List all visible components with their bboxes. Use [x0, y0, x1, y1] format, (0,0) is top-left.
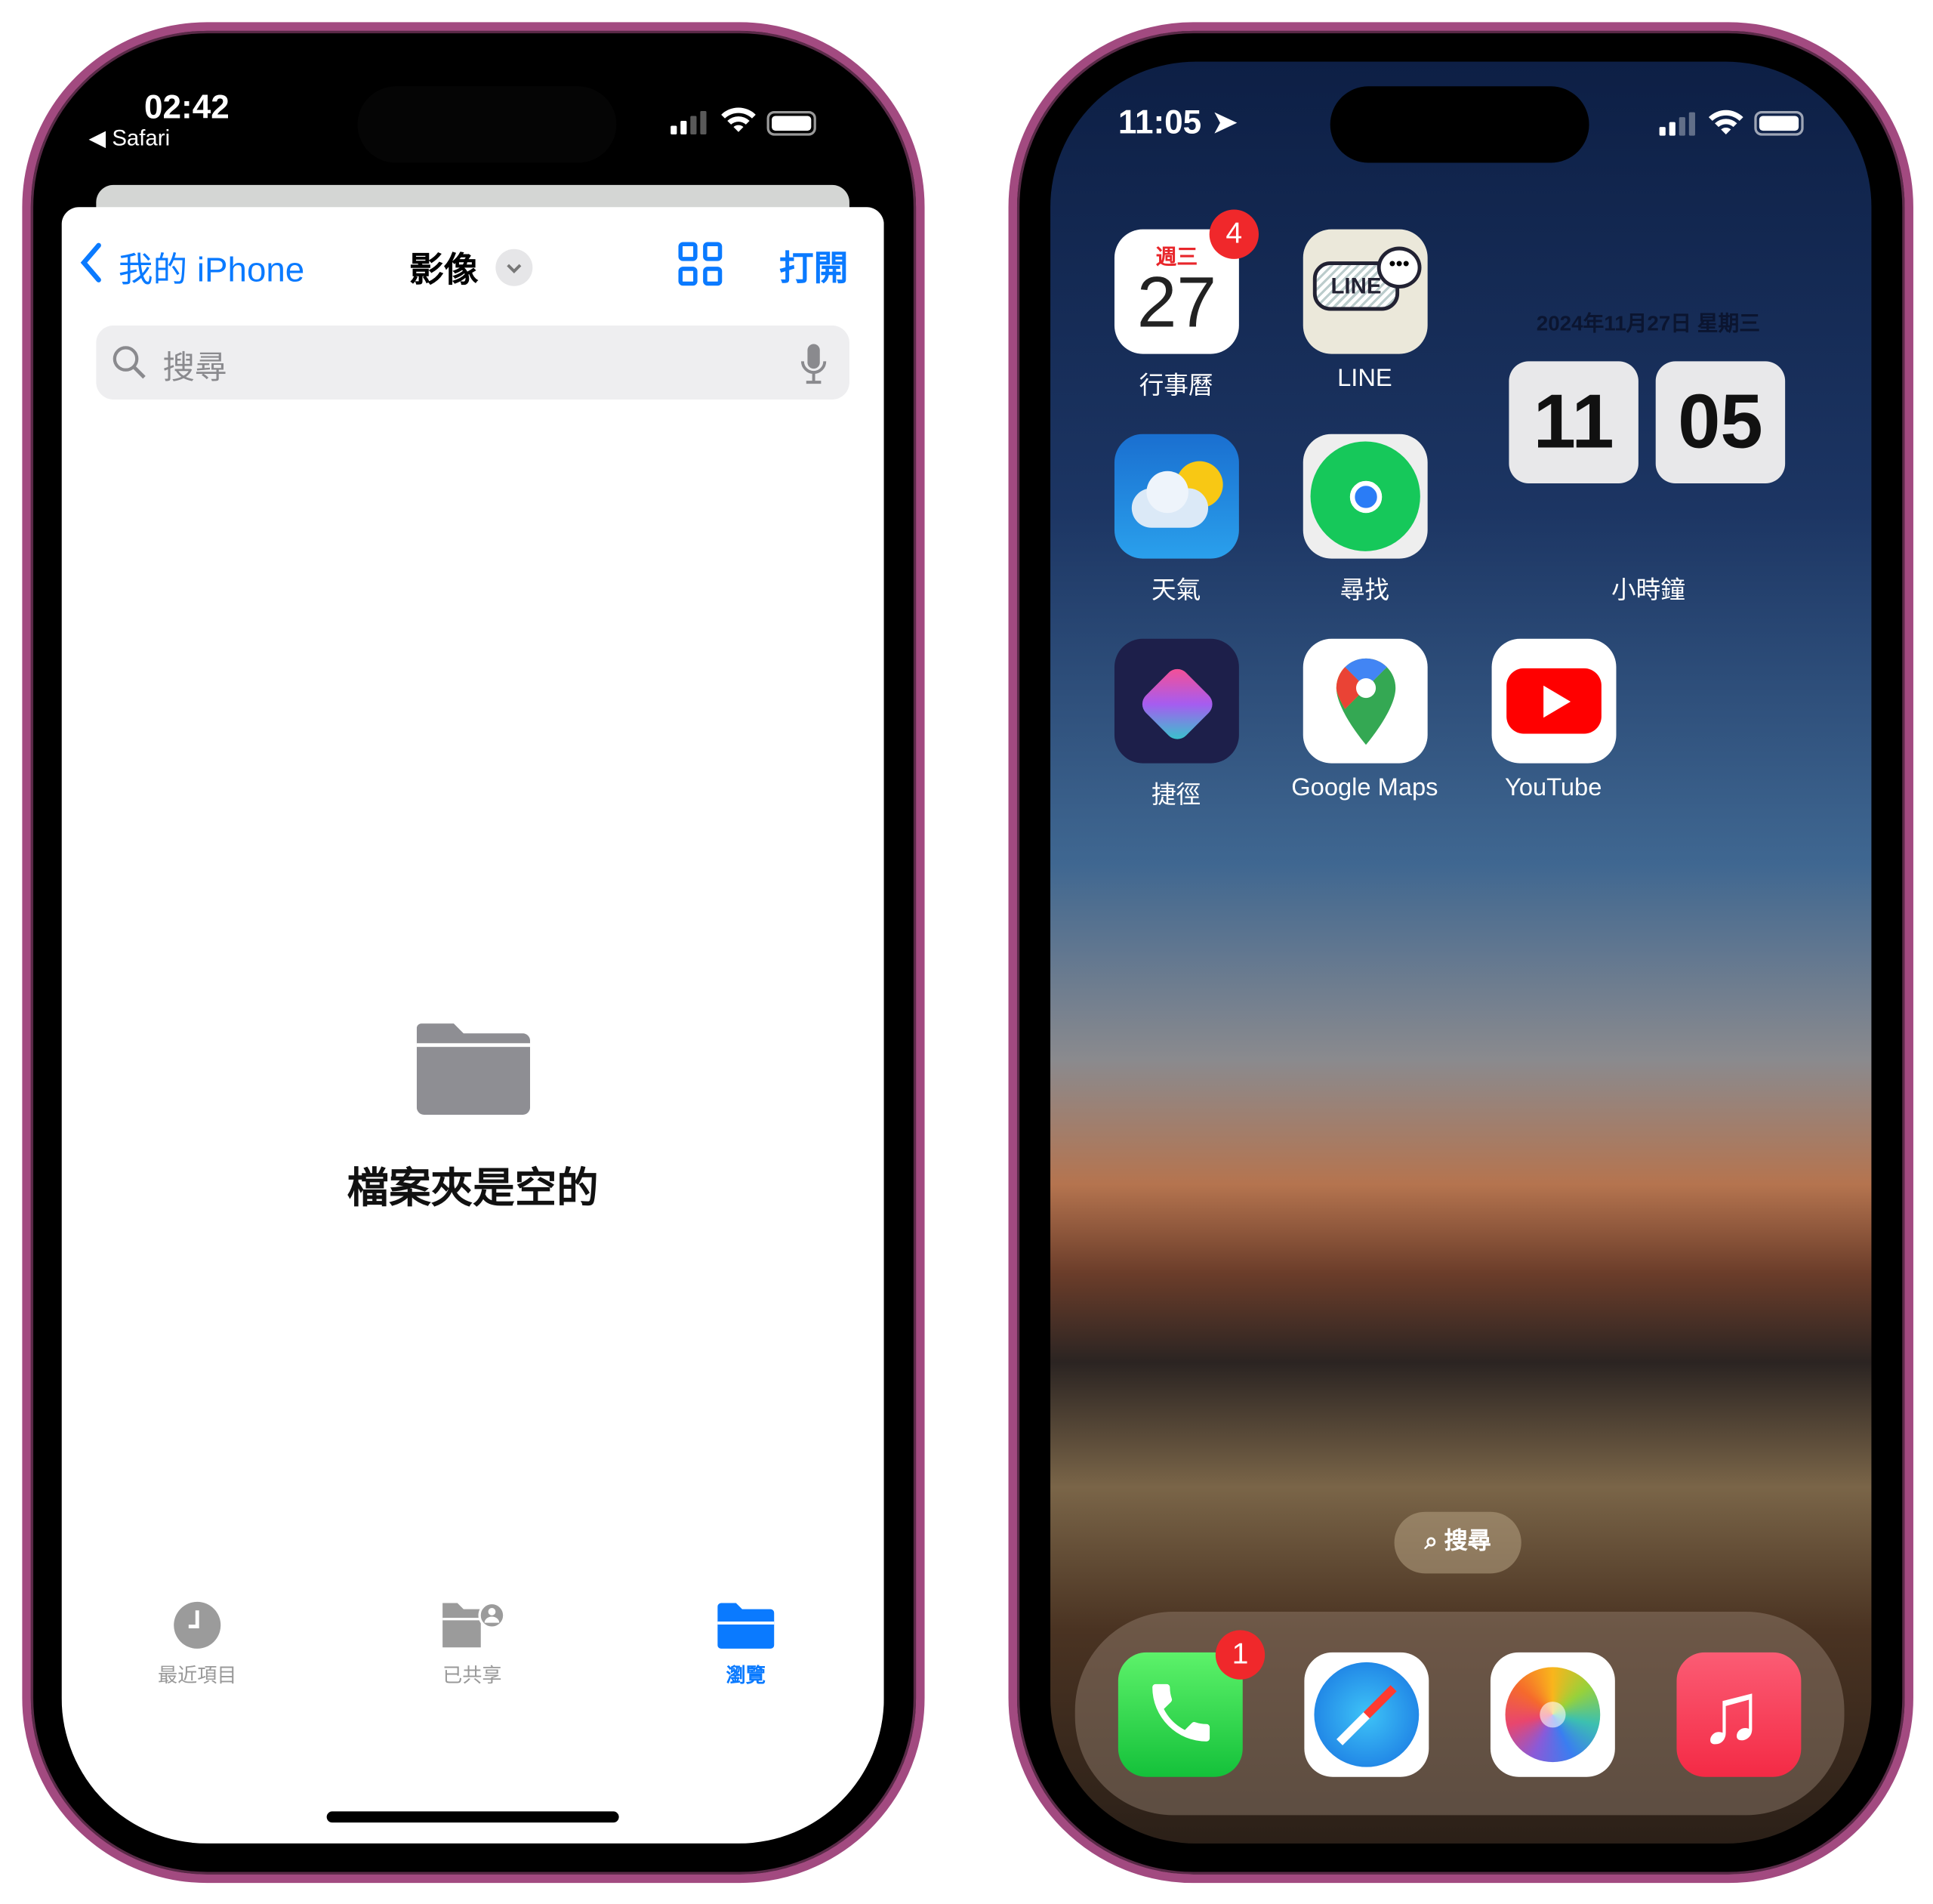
status-time: 11:05 ➤	[1118, 103, 1239, 141]
app-label: 捷徑	[1151, 782, 1201, 810]
app-label: YouTube	[1505, 774, 1602, 802]
files-sheet: 我的 iPhone 影像 打開 搜尋 檔案夾是空的 最近項目 已共享 瀏覽	[61, 207, 884, 1844]
wifi-icon	[721, 106, 756, 140]
search-icon: ⌕	[1424, 1529, 1444, 1555]
google-maps-app[interactable]	[1303, 638, 1428, 764]
open-button[interactable]: 打開	[779, 242, 848, 291]
back-button[interactable]: 我的 iPhone	[79, 242, 304, 292]
home-indicator[interactable]	[326, 1811, 619, 1823]
minute-tile: 05	[1655, 361, 1786, 484]
music-app[interactable]: ♫	[1676, 1652, 1802, 1777]
shared-folder-icon	[386, 1600, 559, 1656]
tab-shared[interactable]: 已共享	[386, 1600, 559, 1688]
app-label: Google Maps	[1291, 774, 1438, 802]
files-app-screen: 02:42 ◀ Safari 我的 iPhone 影像 打開 搜尋 檔案夾是空的…	[61, 61, 884, 1844]
app-label: 天氣	[1151, 577, 1201, 605]
youtube-app[interactable]	[1491, 638, 1617, 764]
back-triangle-icon: ◀	[88, 125, 113, 151]
battery-icon	[1754, 110, 1804, 136]
safari-app[interactable]	[1304, 1652, 1429, 1777]
shortcuts-icon	[1137, 664, 1218, 745]
calendar-badge: 4	[1209, 209, 1259, 259]
music-icon: ♫	[1698, 1665, 1764, 1761]
home-screen: 11:05 ➤ 週三 27 4 行事曆 LINE ••• LINE 天氣 尋找 …	[1050, 61, 1872, 1844]
signal-icon	[1659, 112, 1695, 136]
photos-app[interactable]	[1490, 1652, 1615, 1777]
widget-label: 小時鐘	[1611, 577, 1685, 605]
search-field[interactable]: 搜尋	[96, 326, 849, 400]
back-to-safari[interactable]: ◀ Safari	[89, 126, 171, 152]
shortcuts-app[interactable]	[1114, 638, 1239, 764]
status-time: 02:42	[144, 88, 230, 126]
tab-browse[interactable]: 瀏覽	[659, 1600, 832, 1688]
find-my-app[interactable]	[1303, 434, 1428, 559]
battery-icon	[766, 110, 816, 136]
home-search-pill[interactable]: ⌕ 搜尋	[1394, 1511, 1521, 1574]
location-arrow-icon: ➤	[1210, 103, 1239, 141]
dynamic-island	[1330, 86, 1589, 163]
google-maps-icon	[1334, 656, 1398, 754]
clock-icon	[111, 1600, 284, 1656]
empty-folder-icon	[416, 1023, 531, 1121]
folder-icon	[659, 1600, 832, 1656]
dynamic-island	[357, 86, 617, 163]
app-label: 行事曆	[1139, 372, 1213, 400]
search-placeholder: 搜尋	[162, 349, 227, 387]
app-label: 尋找	[1340, 577, 1390, 605]
empty-folder-message: 檔案夾是空的	[347, 1165, 599, 1212]
microphone-icon[interactable]	[799, 343, 828, 391]
phone-icon	[1143, 1674, 1219, 1757]
chevron-left-icon	[79, 242, 103, 292]
app-label: LINE	[1337, 365, 1392, 393]
grid-view-icon[interactable]	[678, 242, 723, 292]
tab-recents[interactable]: 最近項目	[111, 1600, 284, 1688]
signal-icon	[671, 110, 707, 134]
folder-title-menu[interactable]: 影像	[409, 243, 533, 292]
hour-tile: 11	[1509, 361, 1639, 484]
wifi-icon	[1708, 109, 1743, 142]
weather-app[interactable]	[1114, 434, 1239, 559]
line-app[interactable]: LINE •••	[1303, 229, 1428, 354]
chevron-down-icon	[495, 248, 533, 286]
widget-date: 2024年11月27日 星期三	[1536, 312, 1761, 336]
search-icon	[111, 344, 148, 387]
phone-badge: 1	[1215, 1630, 1266, 1680]
